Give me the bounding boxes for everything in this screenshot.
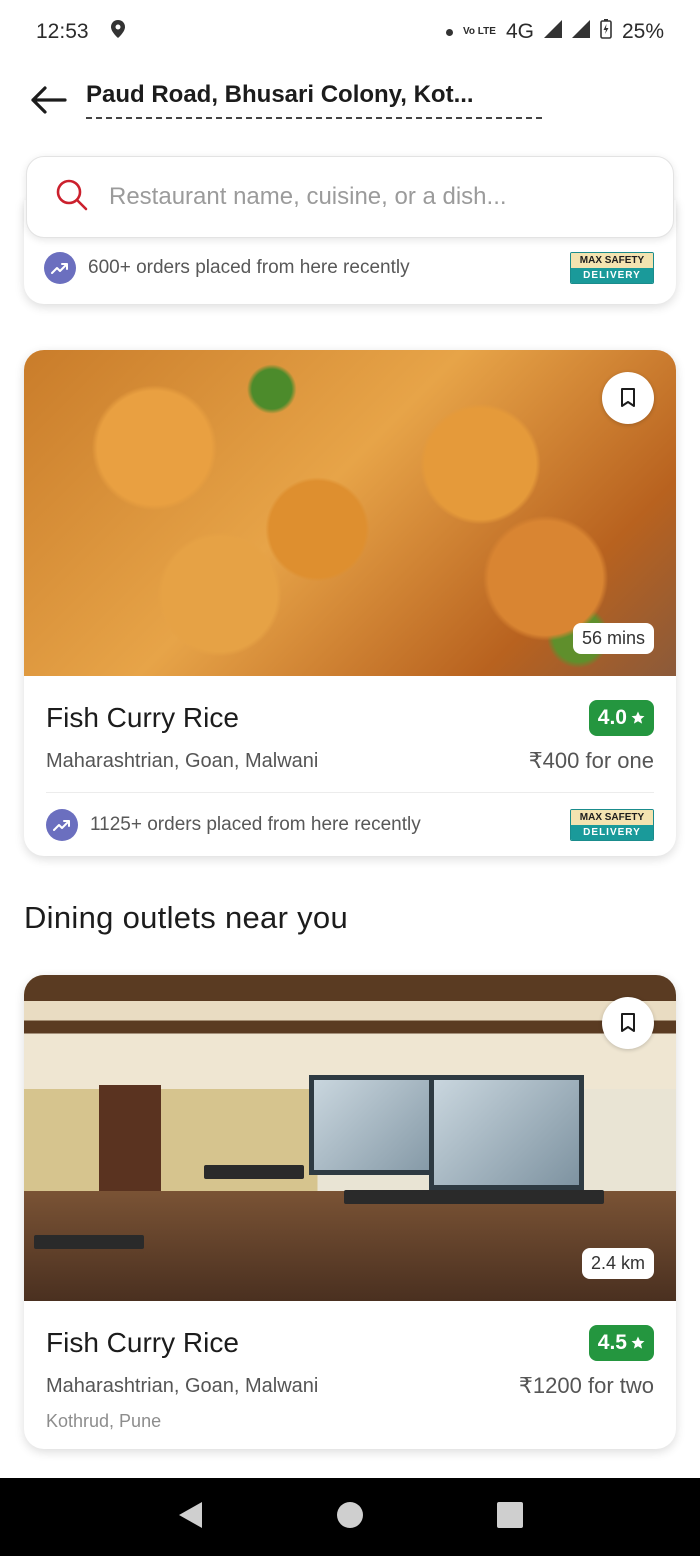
orders-text: 1125+ orders placed from here recently [90, 814, 421, 835]
restaurant-image: 2.4 km [24, 975, 676, 1301]
bookmark-icon [621, 1013, 635, 1032]
table-decoration [34, 1235, 144, 1249]
status-time: 12:53 [36, 20, 89, 43]
nav-back-button[interactable] [176, 1500, 204, 1535]
badge-top-label: MAX SAFETY [571, 810, 653, 825]
search-input[interactable] [109, 183, 629, 211]
table-decoration [344, 1190, 604, 1204]
back-button[interactable] [24, 76, 72, 124]
star-icon [631, 1336, 645, 1349]
restaurant-image: 56 mins [24, 350, 676, 676]
cuisine-list: Maharashtrian, Goan, Malwani [46, 1374, 319, 1397]
nav-home-button[interactable] [336, 1501, 364, 1534]
battery-level: 25% [621, 20, 664, 43]
max-safety-delivery-badge: MAX SAFETY DELIVERY [570, 252, 654, 284]
delivery-time-chip: 56 mins [572, 623, 654, 654]
location-pin-icon [110, 20, 125, 44]
dining-outlet-card[interactable]: 2.4 km Fish Curry Rice 4.5 Maharashtrian… [24, 975, 676, 1449]
rating-value: 4.5 [597, 1331, 627, 1354]
restaurant-card[interactable]: 56 mins Fish Curry Rice 4.0 Maharashtria… [24, 350, 676, 856]
distance-chip: 2.4 km [581, 1248, 654, 1279]
header: Paud Road, Bhusari Colony, Kot... [24, 72, 676, 128]
battery-icon [600, 19, 612, 45]
search-icon [55, 178, 89, 217]
bookmark-button[interactable] [602, 997, 654, 1049]
orders-text: 600+ orders placed from here recently [88, 257, 410, 278]
restaurant-name: Fish Curry Rice [46, 702, 239, 733]
volte-icon: Vo LTE [462, 26, 496, 37]
star-icon [631, 711, 645, 724]
bookmark-button[interactable] [602, 372, 654, 424]
bookmark-icon [621, 388, 635, 407]
price-info: ₹400 for one [528, 748, 654, 773]
badge-bottom-label: DELIVERY [571, 268, 653, 283]
restaurant-name: Fish Curry Rice [46, 1327, 239, 1358]
square-recents-icon [497, 1501, 523, 1528]
network-type: 4G [505, 20, 534, 43]
max-safety-delivery-badge: MAX SAFETY DELIVERY [570, 809, 654, 841]
search-bar[interactable] [26, 156, 674, 238]
price-info: ₹1200 for two [518, 1373, 654, 1398]
rating-badge: 4.0 [588, 700, 654, 736]
circle-home-icon [337, 1501, 363, 1528]
nav-recents-button[interactable] [496, 1501, 524, 1534]
rating-badge: 4.5 [588, 1325, 654, 1361]
table-decoration [204, 1165, 304, 1179]
badge-bottom-label: DELIVERY [571, 825, 653, 840]
badge-top-label: MAX SAFETY [571, 253, 653, 268]
trending-icon [44, 252, 76, 284]
notification-dot-icon [445, 28, 453, 36]
rating-value: 4.0 [597, 706, 627, 729]
trending-icon [46, 809, 78, 841]
signal-icon [543, 20, 562, 44]
triangle-back-icon [179, 1501, 202, 1528]
locality: Kothrud, Pune [46, 1411, 162, 1431]
status-bar: 12:53 Vo LTE 4G 25% [0, 0, 700, 64]
delivery-location[interactable]: Paud Road, Bhusari Colony, Kot... [86, 81, 542, 119]
signal-icon-2 [571, 20, 590, 44]
arrow-left-icon [31, 86, 67, 114]
navigation-bar [0, 1478, 700, 1556]
door-decoration [99, 1085, 161, 1205]
cuisine-list: Maharashtrian, Goan, Malwani [46, 749, 319, 772]
window-decoration [429, 1075, 584, 1190]
section-title: Dining outlets near you [24, 900, 348, 935]
